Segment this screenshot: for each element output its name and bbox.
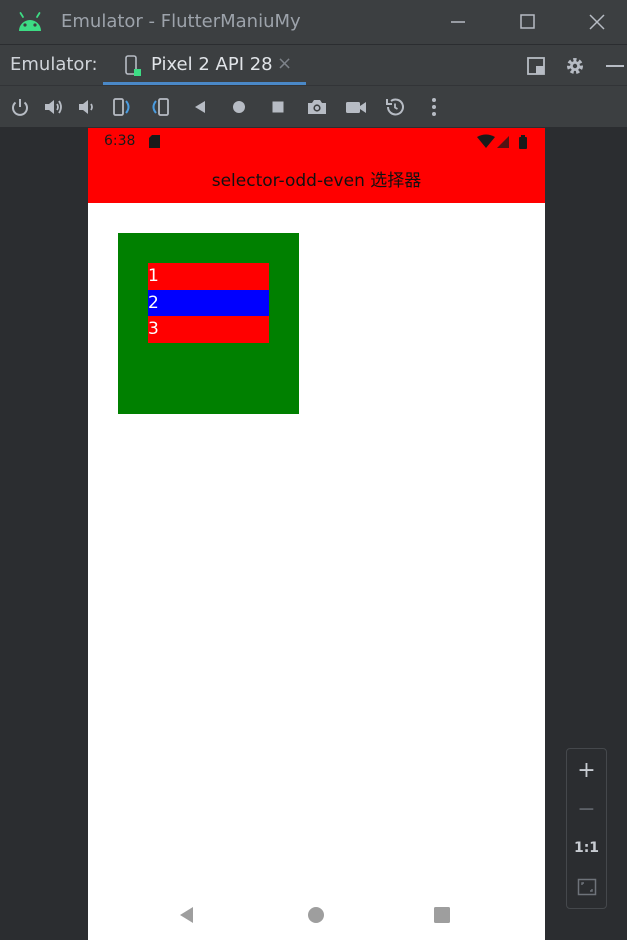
screenshot-camera-icon[interactable] [305, 95, 329, 119]
list-item: 1 [148, 263, 269, 290]
hide-icon[interactable] [602, 54, 626, 78]
tab-pixel-2-api-28[interactable]: Pixel 2 API 28 × [103, 45, 306, 86]
tab-close-icon[interactable]: × [277, 53, 292, 74]
device-screen[interactable]: 6:38 selector-odd-even 选择器 123 [88, 128, 545, 940]
tab-label: Pixel 2 API 28 [151, 54, 273, 75]
overview-icon[interactable] [266, 95, 290, 119]
app-bar: selector-odd-even 选择器 [88, 155, 545, 203]
actual-size-button[interactable]: 1:1 [567, 829, 606, 867]
nav-home-icon[interactable] [305, 904, 327, 926]
minimize-icon[interactable] [444, 9, 472, 35]
window-title: Emulator - FlutterManiuMy [61, 11, 301, 32]
device-icon [125, 55, 141, 76]
actual-size-label: 1:1 [573, 840, 600, 856]
app-title: selector-odd-even 选择器 [211, 171, 422, 191]
snapshot-icon[interactable] [383, 95, 407, 119]
window-title-bar: Emulator - FlutterManiuMy [0, 0, 627, 44]
sd-card-icon [149, 135, 160, 148]
emulator-tab-bar: Emulator: Pixel 2 API 28 × [0, 44, 627, 85]
close-icon[interactable] [583, 9, 611, 35]
rotate-left-icon[interactable] [110, 95, 134, 119]
zoom-out-button[interactable]: − [567, 790, 606, 828]
home-icon[interactable] [227, 95, 251, 119]
emulator-toolbar [0, 85, 627, 127]
status-time: 6:38 [104, 133, 136, 149]
number-list: 123 [148, 263, 269, 344]
list-item: 2 [148, 289, 269, 317]
android-nav-bar [88, 890, 545, 940]
zoom-in-button[interactable]: + [567, 751, 606, 789]
fit-screen-icon [577, 878, 596, 896]
green-container: 123 [118, 233, 299, 414]
emulator-label: Emulator: [10, 54, 98, 75]
zoom-panel: + − 1:1 [566, 748, 607, 909]
maximize-icon[interactable] [513, 9, 541, 35]
nav-recents-icon[interactable] [431, 904, 453, 926]
nav-back-icon[interactable] [176, 904, 198, 926]
volume-up-icon[interactable] [42, 95, 66, 119]
power-icon[interactable] [8, 95, 32, 119]
list-item: 3 [148, 316, 269, 344]
android-icon [19, 12, 41, 31]
signal-battery-icon [477, 134, 527, 149]
screenrecord-icon[interactable] [344, 95, 368, 119]
settings-gear-icon[interactable] [563, 54, 587, 78]
layout-icon[interactable] [524, 54, 548, 78]
volume-down-icon[interactable] [76, 95, 100, 119]
android-status-bar: 6:38 [88, 128, 545, 155]
more-icon[interactable] [422, 95, 446, 119]
rotate-right-icon[interactable] [148, 95, 172, 119]
back-icon[interactable] [188, 95, 212, 119]
fit-screen-button[interactable] [567, 868, 606, 906]
